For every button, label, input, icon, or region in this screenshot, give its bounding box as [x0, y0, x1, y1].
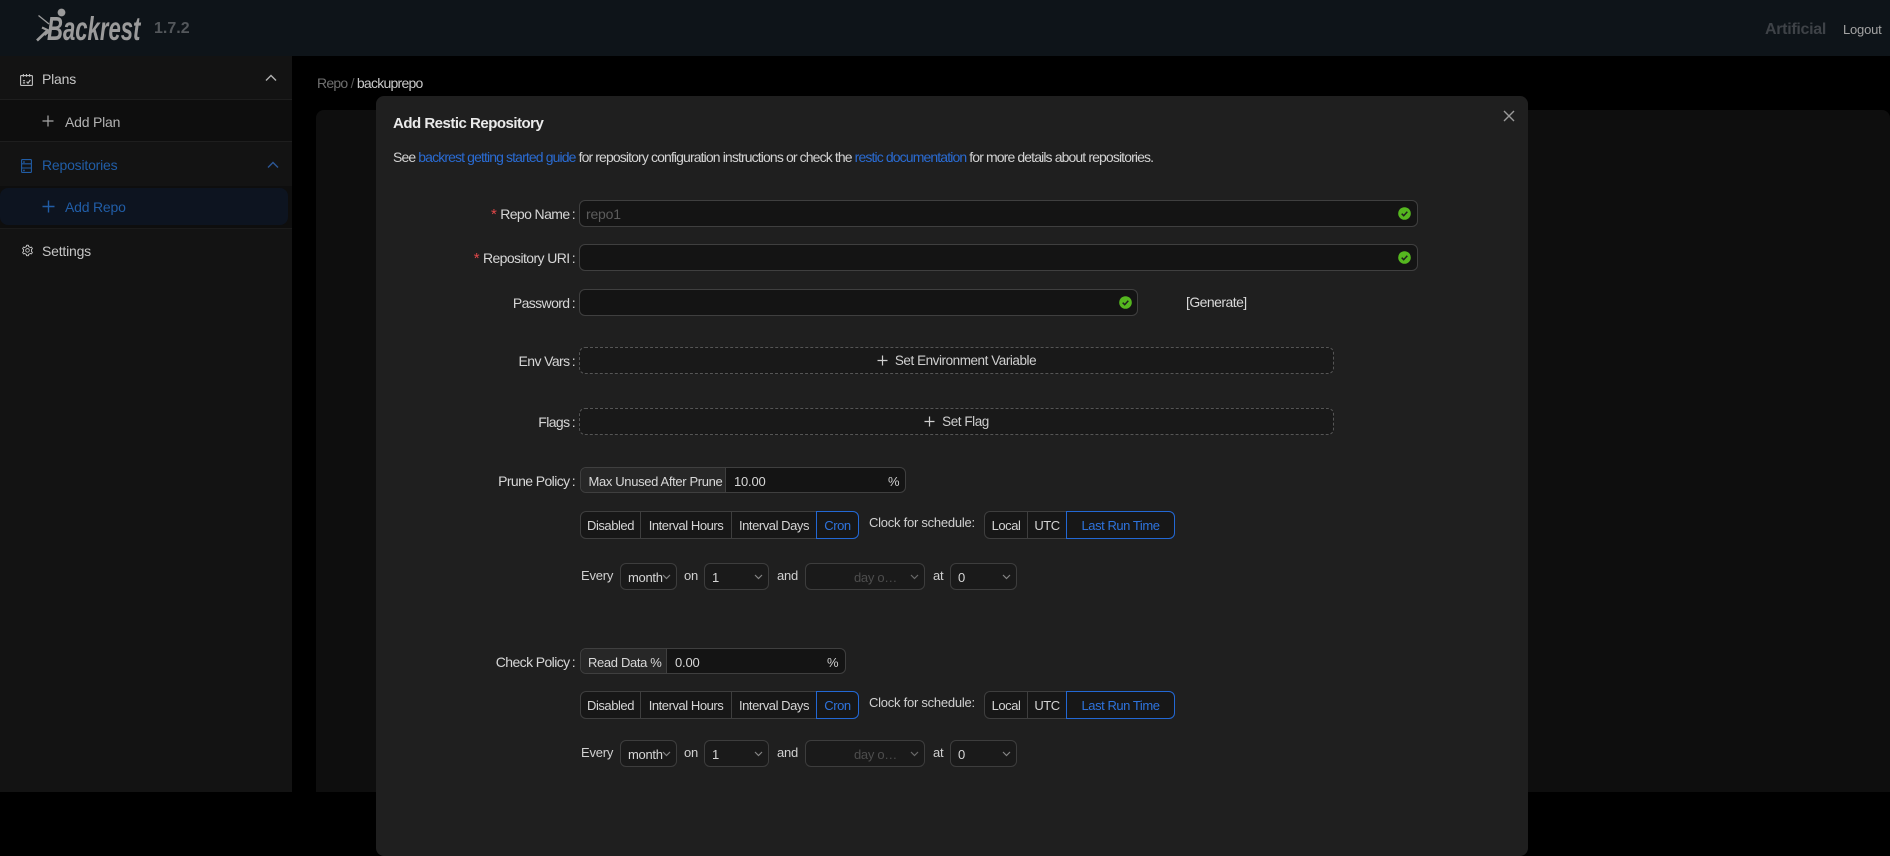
svg-text:Backrest: Backrest [47, 11, 142, 47]
